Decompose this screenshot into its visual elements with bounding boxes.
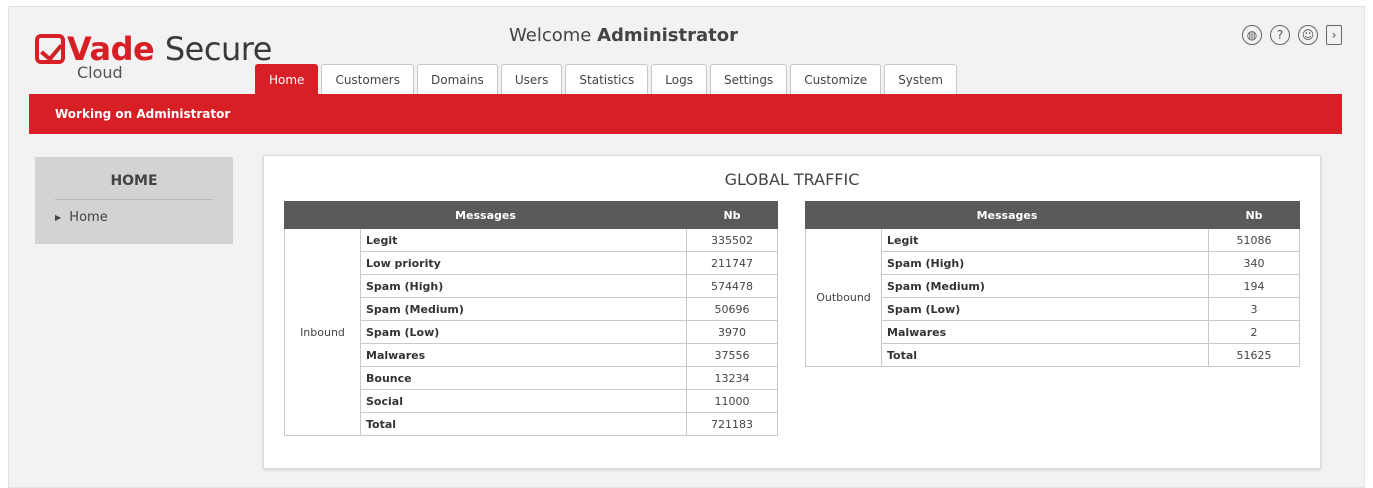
tab-customize[interactable]: Customize [790,64,882,94]
table-row: Inbound Legit 335502 [284,228,778,436]
tab-settings[interactable]: Settings [709,64,788,94]
inbound-col-nb: Nb [686,201,778,229]
help-icon[interactable]: ? [1270,25,1290,45]
side-navigation: HOME ▶ Home [35,157,233,244]
welcome-message: Welcome Administrator [509,25,738,46]
tab-home[interactable]: Home [255,64,319,94]
tab-logs[interactable]: Logs [651,64,707,94]
global-traffic-panel: GLOBAL TRAFFIC Messages Nb Inbound Legit… [263,155,1321,469]
tab-domains[interactable]: Domains [416,64,498,94]
panel-title: GLOBAL TRAFFIC [724,170,860,189]
tab-system[interactable]: System [884,64,957,94]
tab-customers[interactable]: Customers [321,64,414,94]
outbound-col-nb: Nb [1208,201,1300,229]
vade-v-icon [35,34,65,64]
table-row: Outbound Legit 51086 [805,228,1300,367]
sidenav-item-home[interactable]: ▶ Home [35,200,233,235]
tab-users[interactable]: Users [500,64,563,94]
inbound-group-label: Inbound [284,228,361,436]
outbound-table: Messages Nb Outbound Legit 51086 Spam (H… [805,201,1300,367]
logout-icon[interactable]: › [1326,25,1342,45]
app-frame: Vade Secure Cloud Welcome Administrator … [8,6,1365,488]
outbound-group-label: Outbound [805,228,882,367]
user-icon[interactable]: ☺ [1298,25,1318,45]
top-icons: ◍ ? ☺ › [1242,25,1342,45]
working-on-label: Working on Administrator [55,107,231,121]
globe-icon[interactable]: ◍ [1242,25,1262,45]
main-tabs: Home Customers Domains Users Statistics … [255,64,957,94]
status-bar: Working on Administrator [29,94,1342,134]
inbound-col-messages: Messages [284,201,687,229]
welcome-username: Administrator [597,25,738,46]
caret-right-icon: ▶ [55,213,62,222]
tab-statistics[interactable]: Statistics [565,64,649,94]
vade-secure-logo[interactable]: Vade Secure Cloud [35,33,272,82]
logo-secure-text: Secure [164,30,273,68]
inbound-table: Messages Nb Inbound Legit 335502 Low pri… [284,201,778,436]
sidenav-title: HOME [55,157,213,200]
outbound-col-messages: Messages [805,201,1209,229]
